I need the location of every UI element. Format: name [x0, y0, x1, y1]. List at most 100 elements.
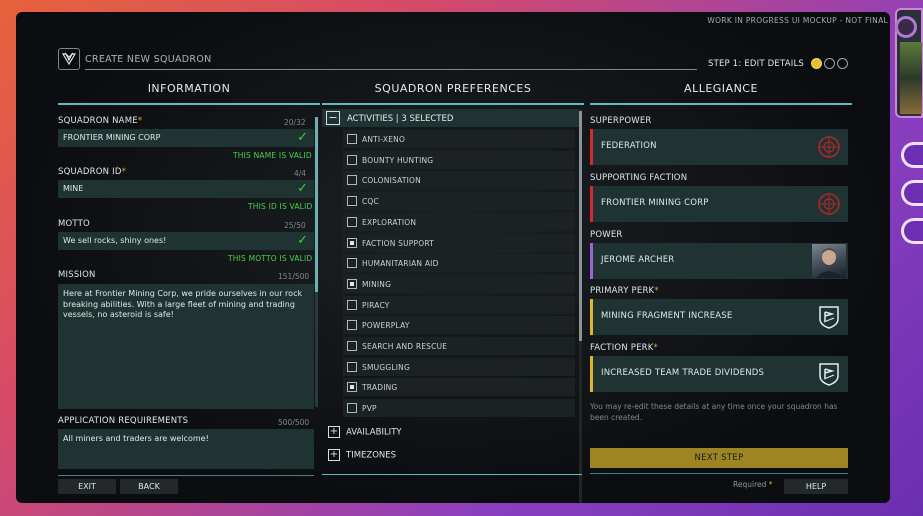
superpower-label: SUPERPOWER	[590, 116, 652, 126]
step-indicator-label: STEP 1: EDIT DETAILS	[708, 59, 804, 69]
required-legend: Required *	[733, 480, 773, 489]
squadron-id-label: SQUADRON ID*	[58, 167, 127, 177]
activity-label: MINING	[362, 279, 392, 289]
desktop-circle-button[interactable]	[901, 218, 923, 244]
activity-item[interactable]: HUMANITARIAN AID	[343, 254, 575, 273]
valid-check-icon: ✓	[297, 130, 308, 145]
expand-icon: +	[328, 426, 340, 438]
activity-item[interactable]: SEARCH AND RESCUE	[343, 337, 575, 355]
availability-expander[interactable]: + AVAILABILITY	[328, 426, 402, 438]
motto-valid-message: THIS MOTTO IS VALID	[228, 254, 313, 263]
activity-label: BOUNTY HUNTING	[362, 155, 434, 165]
squadron-name-count: 20/32	[284, 118, 306, 127]
activity-item[interactable]: FACTION SUPPORT	[343, 233, 575, 252]
primary-perk-label: PRIMARY PERK*	[590, 286, 659, 296]
activity-label: HUMANITARIAN AID	[362, 259, 439, 269]
power-avatar	[812, 244, 846, 278]
checkbox-icon[interactable]	[347, 341, 357, 351]
checkbox-icon[interactable]	[347, 361, 357, 372]
checkbox-icon[interactable]	[347, 258, 357, 269]
superpower-selector[interactable]: FEDERATION	[590, 129, 848, 165]
activity-item[interactable]: MINING	[343, 274, 575, 293]
activity-item[interactable]: SMUGGLING	[343, 357, 575, 376]
motto-count: 25/50	[284, 221, 306, 230]
checkbox-icon[interactable]	[347, 299, 357, 310]
activity-item[interactable]: CQC	[343, 192, 575, 211]
watermark: WORK IN PROGRESS UI MOCKUP - NOT FINAL	[707, 16, 888, 25]
information-header: INFORMATION	[147, 82, 231, 95]
activity-label: ANTI-XENO	[362, 135, 406, 144]
perk-shield-icon	[816, 304, 842, 330]
checkbox-icon[interactable]	[347, 320, 357, 331]
activity-item[interactable]: PVP	[343, 399, 575, 418]
desktop-circle-button[interactable]	[901, 142, 923, 168]
checkbox-icon[interactable]	[347, 134, 357, 144]
requirements-count: 500/500	[278, 418, 310, 427]
id-valid-message: THIS ID IS VALID	[248, 202, 313, 211]
squadron-id-input[interactable]: MINE ✓	[58, 180, 314, 198]
activity-label: EXPLORATION	[362, 217, 417, 227]
activities-title: ACTIVITIES | 3 SELECTED	[347, 114, 454, 124]
squadron-name-label: SQUADRON NAME*	[58, 116, 143, 126]
checkbox-icon[interactable]	[347, 175, 357, 186]
help-button[interactable]: HELP	[784, 479, 848, 494]
name-valid-message: THIS NAME IS VALID	[233, 151, 312, 160]
federation-emblem-icon	[816, 134, 842, 160]
step-dot	[837, 58, 848, 69]
squadron-window: WORK IN PROGRESS UI MOCKUP - NOT FINAL C…	[16, 12, 890, 503]
primary-perk-selector[interactable]: MINING FRAGMENT INCREASE	[590, 299, 848, 335]
checkbox-icon[interactable]	[347, 154, 357, 165]
activity-item[interactable]: POWERPLAY	[343, 316, 575, 335]
timezones-expander[interactable]: + TIMEZONES	[328, 449, 396, 461]
desktop-circle-button[interactable]	[901, 180, 923, 206]
activity-label: POWERPLAY	[362, 321, 410, 331]
valid-check-icon: ✓	[297, 181, 308, 196]
step-dot-active	[811, 58, 822, 69]
activity-item[interactable]: COLONISATION	[343, 171, 575, 190]
checkbox-checked-icon[interactable]	[347, 237, 357, 248]
expand-icon: +	[328, 449, 340, 461]
desktop-sidebar	[891, 0, 923, 516]
power-label: POWER	[590, 230, 623, 240]
faction-perk-label: FACTION PERK*	[590, 343, 658, 353]
activity-label: TRADING	[362, 383, 398, 393]
desktop-thumbnail[interactable]	[895, 8, 923, 118]
checkbox-icon[interactable]	[347, 196, 357, 207]
edit-note: You may re-edit these details at any tim…	[590, 402, 838, 422]
back-button[interactable]: BACK	[120, 479, 178, 494]
exit-button[interactable]: EXIT	[58, 479, 116, 494]
valid-check-icon: ✓	[297, 233, 308, 248]
activity-item[interactable]: ANTI-XENO	[343, 130, 575, 148]
checkbox-icon[interactable]	[347, 216, 357, 227]
activity-label: FACTION SUPPORT	[362, 238, 434, 248]
activity-label: SMUGGLING	[362, 362, 410, 372]
squadron-name-input[interactable]: FRONTIER MINING CORP ✓	[58, 129, 314, 147]
faction-perk-selector[interactable]: INCREASED TEAM TRADE DIVIDENDS	[590, 356, 848, 392]
checkbox-checked-icon[interactable]	[347, 382, 357, 393]
mission-textarea[interactable]: Here at Frontier Mining Corp, we pride o…	[58, 284, 314, 409]
preferences-scrollbar[interactable]	[579, 109, 582, 503]
preferences-header: SQUADRON PREFERENCES	[374, 82, 532, 95]
checkbox-checked-icon[interactable]	[347, 278, 357, 289]
supporting-faction-selector[interactable]: FRONTIER MINING CORP	[590, 186, 848, 222]
power-selector[interactable]: JEROME ARCHER	[590, 243, 848, 279]
activity-label: PIRACY	[362, 300, 390, 310]
activity-label: PVP	[362, 404, 377, 414]
activity-label: SEARCH AND RESCUE	[362, 342, 448, 351]
activity-label: CQC	[362, 197, 379, 207]
collapse-icon[interactable]: −	[326, 111, 340, 125]
next-step-button[interactable]: NEXT STEP	[590, 448, 848, 468]
squadron-id-count: 4/4	[294, 169, 307, 178]
perk-shield-icon	[816, 361, 842, 387]
requirements-textarea[interactable]: All miners and traders are welcome!	[58, 429, 314, 469]
information-scrollbar[interactable]	[315, 117, 318, 407]
mission-count: 151/500	[278, 272, 310, 281]
activity-item[interactable]: TRADING	[343, 378, 575, 397]
activity-item[interactable]: PIRACY	[343, 295, 575, 314]
allegiance-header: ALLEGIANCE	[684, 82, 758, 95]
motto-input[interactable]: We sell rocks, shiny ones! ✓	[58, 232, 314, 250]
activity-item[interactable]: EXPLORATION	[343, 212, 575, 231]
step-dot	[824, 58, 835, 69]
activity-item[interactable]: BOUNTY HUNTING	[343, 150, 575, 169]
checkbox-icon[interactable]	[347, 403, 357, 414]
